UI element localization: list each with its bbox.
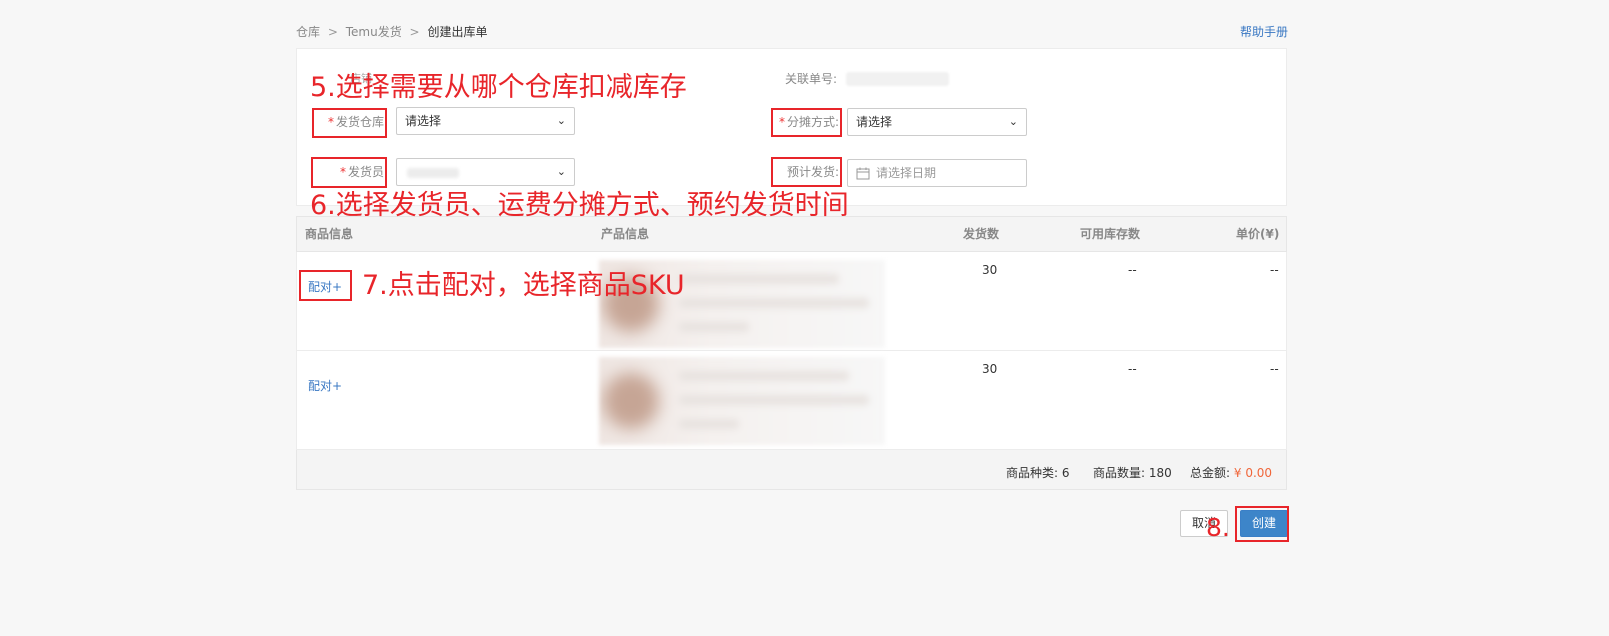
summary-qty-label: 商品数量: <box>1093 466 1146 480</box>
summary-qty-value: 180 <box>1148 466 1172 480</box>
chevron-down-icon: ⌄ <box>1008 115 1018 128</box>
ship-qty-value: 30 <box>982 263 998 277</box>
ship-qty-value: 30 <box>982 362 998 376</box>
annotation-step-8: 8. <box>1206 513 1230 542</box>
breadcrumb-temu-shipping[interactable]: Temu发货 <box>346 25 402 39</box>
annotation-box-pair <box>299 270 352 301</box>
shipper-select-value <box>407 168 459 178</box>
warehouse-select[interactable]: 请选择 ⌄ <box>396 107 575 135</box>
summary-kinds-value: 6 <box>1061 466 1070 480</box>
allocation-select-value: 请选择 <box>856 115 893 129</box>
annotation-step-6: 6.选择发货员、运费分摊方式、预约发货时间 <box>310 190 849 221</box>
breadcrumb-warehouse[interactable]: 仓库 <box>296 25 320 39</box>
breadcrumb-separator: > <box>327 25 338 39</box>
allocation-select[interactable]: 请选择 ⌄ <box>847 108 1027 136</box>
pair-link[interactable]: 配对+ <box>308 377 342 394</box>
annotation-box-shipper <box>311 157 387 188</box>
order-no-value <box>846 72 949 86</box>
available-stock-value: -- <box>1128 263 1137 277</box>
column-header-available-stock: 可用库存数 <box>1080 227 1141 241</box>
annotation-step-7: 7.点击配对，选择商品SKU <box>362 270 685 301</box>
unit-price-value: -- <box>1270 362 1279 376</box>
chevron-down-icon: ⌄ <box>556 114 566 127</box>
summary-qty: 商品数量: 180 <box>1093 464 1172 481</box>
chevron-down-icon: ⌄ <box>556 165 566 178</box>
unit-price-value: -- <box>1270 263 1279 277</box>
calendar-icon <box>856 167 870 180</box>
summary-kinds-label: 商品种类: <box>1006 466 1059 480</box>
column-header-goods: 商品信息 <box>305 227 354 241</box>
annotation-box-create <box>1235 506 1289 542</box>
breadcrumb-separator: > <box>409 25 420 39</box>
product-image-blurred <box>599 357 885 445</box>
order-no-label: 关联单号: <box>785 72 838 86</box>
summary-kinds: 商品种类: 6 <box>1006 464 1070 481</box>
annotation-box-planned-ship <box>771 157 842 187</box>
column-header-product: 产品信息 <box>601 227 650 241</box>
summary-total-label: 总金额: <box>1190 466 1231 480</box>
summary-total-value: ¥ 0.00 <box>1233 466 1273 480</box>
warehouse-select-value: 请选择 <box>405 114 442 128</box>
help-manual-link[interactable]: 帮助手册 <box>1240 23 1288 40</box>
available-stock-value: -- <box>1128 362 1137 376</box>
annotation-box-warehouse <box>312 108 387 138</box>
column-header-ship-qty: 发货数 <box>963 227 1000 241</box>
breadcrumb: 仓库 > Temu发货 > 创建出库单 <box>296 23 487 40</box>
column-header-unit-price: 单价(¥) <box>1236 227 1280 241</box>
annotation-box-allocation <box>771 108 842 137</box>
summary-total: 总金额: ¥ 0.00 <box>1190 464 1272 481</box>
annotation-step-5: 5.选择需要从哪个仓库扣减库存 <box>310 72 687 103</box>
breadcrumb-current: 创建出库单 <box>427 25 488 39</box>
planned-ship-placeholder: 请选择日期 <box>876 166 937 180</box>
planned-ship-date-input[interactable]: 请选择日期 <box>847 159 1027 187</box>
shipper-select[interactable]: ⌄ <box>396 158 575 186</box>
